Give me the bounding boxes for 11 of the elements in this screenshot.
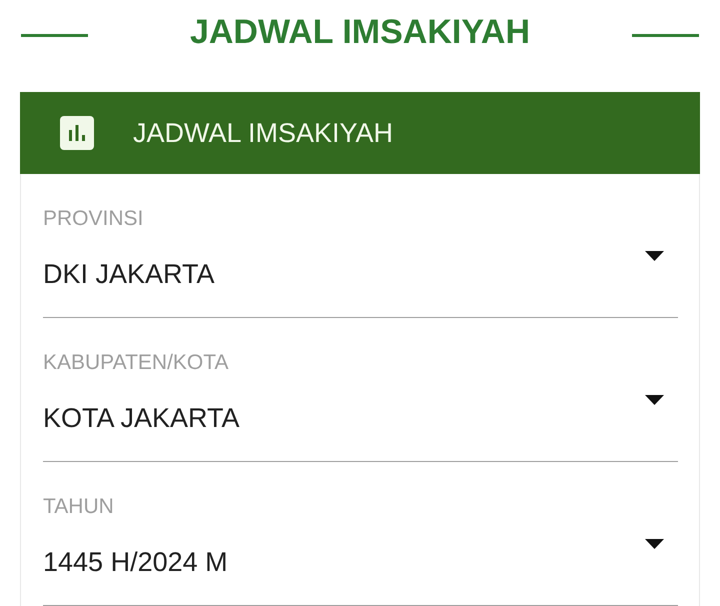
field-label: TAHUN bbox=[43, 495, 114, 519]
field-label: KABUPATEN/KOTA bbox=[43, 351, 229, 375]
dropdown-caret-icon bbox=[645, 395, 664, 405]
page-title: JADWAL IMSAKIYAH bbox=[190, 12, 530, 52]
dropdown-caret-icon bbox=[645, 539, 664, 549]
field-label: PROVINSI bbox=[43, 207, 144, 231]
dropdown-caret-icon bbox=[645, 251, 664, 261]
bar-chart-icon bbox=[60, 116, 94, 150]
card-title: JADWAL IMSAKIYAH bbox=[133, 117, 394, 149]
title-rule bbox=[632, 34, 699, 36]
title-rule bbox=[21, 34, 88, 36]
